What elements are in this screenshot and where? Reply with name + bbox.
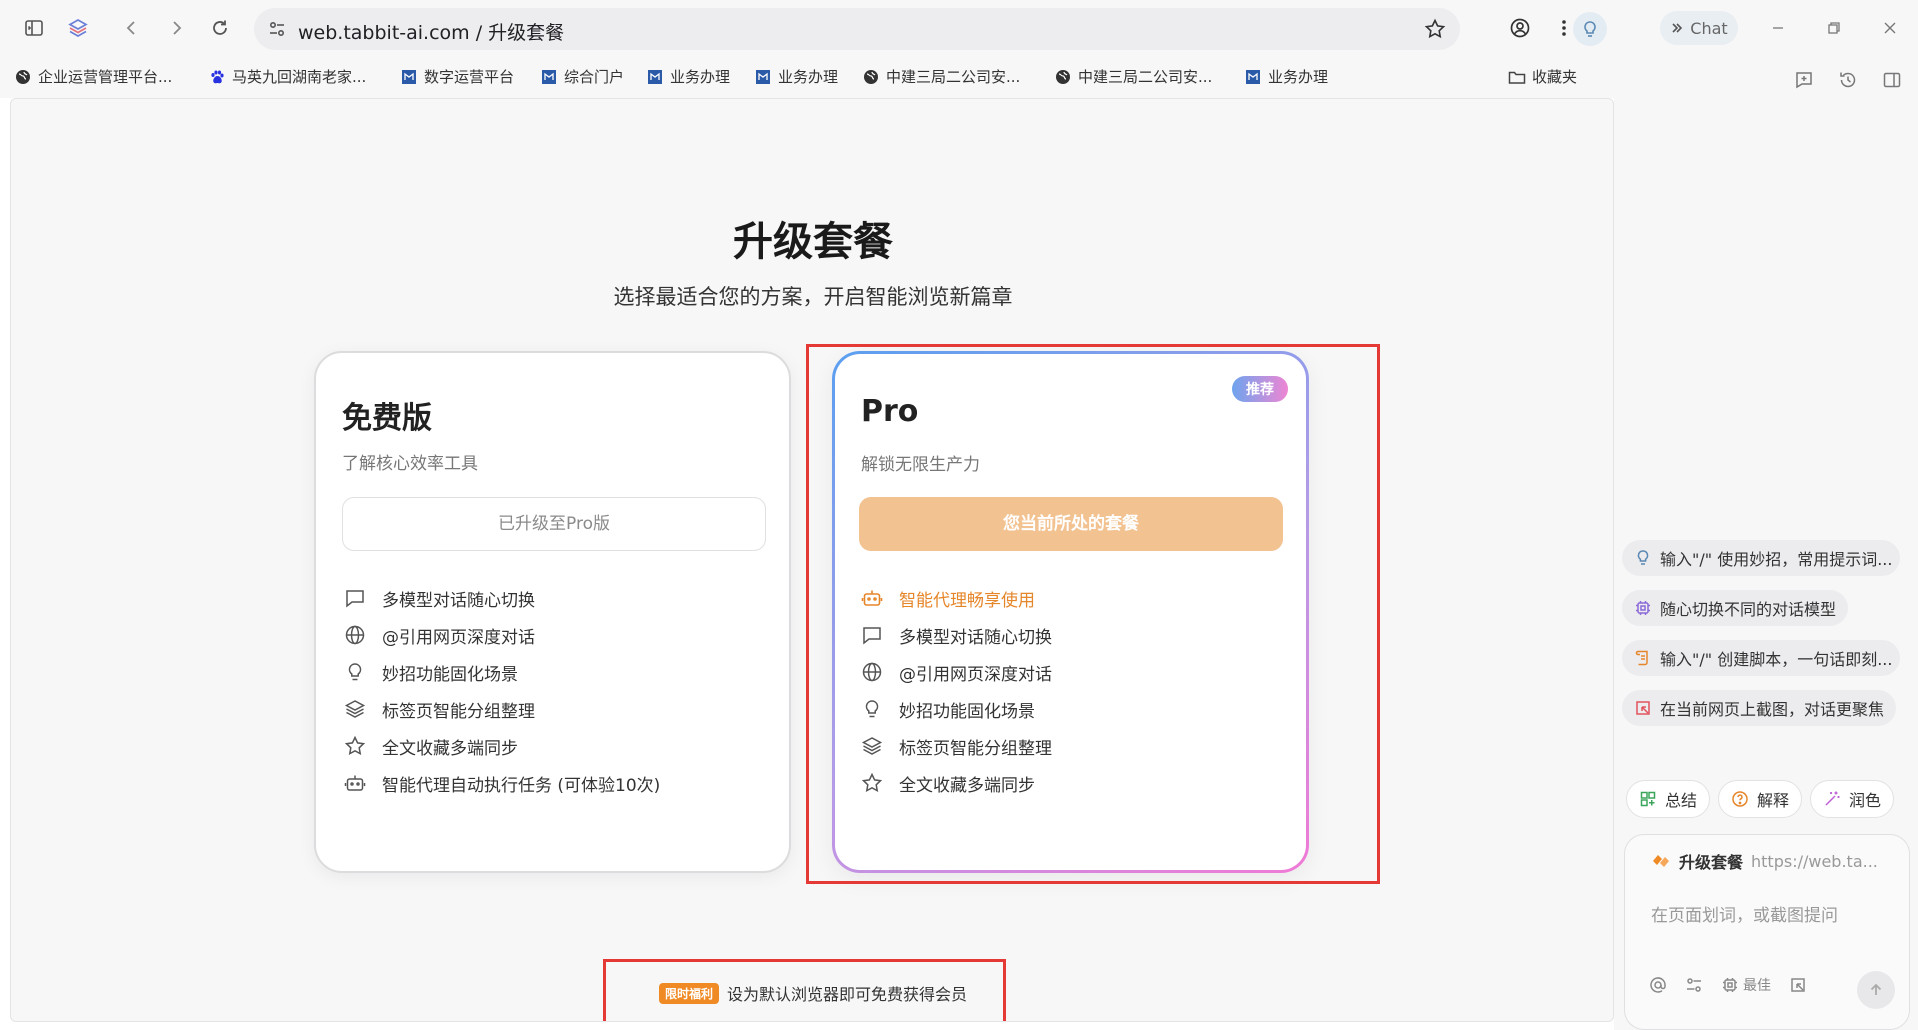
panel-layout-icon[interactable] (1880, 68, 1904, 92)
app-icon (540, 68, 558, 86)
chevron-right-double-icon (1670, 21, 1684, 35)
summary-grid-icon (1639, 790, 1657, 808)
screenshot-icon[interactable] (1789, 976, 1807, 994)
script-scroll-icon (1634, 649, 1652, 667)
page-title: 升级套餐 (733, 219, 893, 265)
at-mention-icon[interactable] (1649, 976, 1667, 994)
feature-item: 全文收藏多端同步 (342, 733, 772, 759)
chat-input[interactable]: 在页面划词，或截图提问 (1651, 901, 1838, 926)
plan-name: 免费版 (342, 401, 432, 436)
url-text: web.tabbit-ai.com / 升级套餐 (298, 22, 565, 44)
suggestion-item[interactable]: 输入"/" 创建脚本，一句话即刻... (1622, 640, 1900, 676)
folder-icon (1508, 68, 1526, 86)
app-icon (646, 68, 664, 86)
baidu-paw-icon (208, 68, 226, 86)
minimize-icon[interactable] (1766, 16, 1790, 40)
bookmark-star-icon[interactable] (1424, 18, 1446, 40)
app-icon (1244, 68, 1262, 86)
plan-card-free: 免费版 了解核心效率工具 已升级至Pro版 多模型对话随心切换 @引用网页深度对… (314, 351, 791, 873)
magic-wand-icon (1823, 790, 1841, 808)
address-bar[interactable]: web.tabbit-ai.com / 升级套餐 (254, 8, 1460, 50)
lightbulb-icon (1634, 549, 1652, 567)
layers-icon (342, 696, 368, 722)
globe-icon (14, 68, 32, 86)
suggestion-item[interactable]: 输入"/" 使用妙招，常用提示词... (1622, 540, 1900, 576)
restore-icon[interactable] (1822, 16, 1846, 40)
globe-icon (862, 68, 880, 86)
feature-item: 妙招功能固化场景 (342, 659, 772, 685)
tabbit-logo-icon (1651, 852, 1671, 870)
globe-outline-icon (342, 622, 368, 648)
feature-item: @引用网页深度对话 (342, 622, 772, 648)
page-subtitle: 选择最适合您的方案，开启智能浏览新篇章 (613, 285, 1013, 309)
forward-icon[interactable] (162, 14, 190, 42)
chat-toggle-button[interactable]: Chat (1660, 11, 1738, 45)
polish-chip[interactable]: 润色 (1810, 780, 1895, 818)
reload-icon[interactable] (206, 14, 234, 42)
bookmark-item[interactable]: 业务办理 (1244, 66, 1328, 87)
explain-chip[interactable]: 解释 (1718, 780, 1803, 818)
app-icon (400, 68, 418, 86)
bookmark-item[interactable]: 数字运营平台 (400, 66, 514, 87)
robot-icon (342, 770, 368, 796)
question-circle-icon (1731, 790, 1749, 808)
bookmark-item[interactable]: 中建三局二公司安... (1054, 66, 1212, 87)
model-selector[interactable]: 最佳 (1721, 975, 1771, 995)
feature-item: 智能代理自动执行任务 (可体验10次) (342, 770, 772, 796)
summarize-chip[interactable]: 总结 (1626, 780, 1711, 818)
pricing-page: 升级套餐 选择最适合您的方案，开启智能浏览新篇章 免费版 了解核心效率工具 已升… (10, 98, 1614, 1022)
feature-item: 多模型对话随心切换 (342, 585, 772, 611)
bookmark-item[interactable]: 综合门户 (540, 66, 624, 87)
page-context-chip[interactable]: 升级套餐 https://web.ta... (1651, 849, 1878, 873)
bookmark-item[interactable]: 业务办理 (646, 66, 730, 87)
free-plan-button[interactable]: 已升级至Pro版 (342, 497, 766, 551)
lightbulb-icon (342, 659, 368, 685)
arrow-up-icon (1868, 982, 1884, 998)
bookmark-item[interactable]: 企业运营管理平台... (14, 66, 172, 87)
feature-item: 标签页智能分组整理 (342, 696, 772, 722)
screenshot-icon (1634, 699, 1652, 717)
back-icon[interactable] (118, 14, 146, 42)
promo-banner[interactable]: 限时福利 设为默认浏览器即可免费获得会员 (11, 981, 1613, 1005)
browser-toolbar: web.tabbit-ai.com / 升级套餐 Chat (0, 0, 1918, 56)
bookmark-item[interactable]: 马英九回湖南老家... (208, 66, 366, 87)
suggestion-item[interactable]: 随心切换不同的对话模型 (1622, 590, 1849, 626)
bookmark-item[interactable]: 中建三局二公司安... (862, 66, 1020, 87)
settings-sliders-icon[interactable] (1685, 976, 1703, 994)
history-icon[interactable] (1836, 68, 1860, 92)
sidebar-toggle-icon[interactable] (20, 14, 48, 42)
bookmarks-folder[interactable]: 收藏夹 (1508, 66, 1577, 87)
app-icon (754, 68, 772, 86)
chat-composer[interactable]: 升级套餐 https://web.ta... 在页面划词，或截图提问 最佳 (1624, 834, 1910, 1030)
promo-tag: 限时福利 (658, 982, 719, 1004)
tips-bulb-icon[interactable] (1573, 12, 1607, 46)
globe-icon (1054, 68, 1072, 86)
site-settings-icon[interactable] (268, 20, 286, 38)
tabbit-layers-icon[interactable] (64, 14, 92, 42)
close-window-icon[interactable] (1878, 16, 1902, 40)
chat-bubble-icon (342, 585, 368, 611)
composer-tools: 最佳 (1649, 975, 1807, 995)
chip-model-icon (1634, 599, 1652, 617)
promo-text: 设为默认浏览器即可免费获得会员 (727, 985, 968, 1004)
highlight-box-pro (806, 344, 1380, 884)
ai-side-panel: 输入"/" 使用妙招，常用提示词... 随心切换不同的对话模型 输入"/" 创建… (1614, 56, 1918, 1030)
star-outline-icon (342, 733, 368, 759)
suggestion-item[interactable]: 在当前网页上截图，对话更聚焦 (1622, 690, 1897, 726)
bookmark-item[interactable]: 业务办理 (754, 66, 838, 87)
chip-model-icon (1721, 976, 1739, 994)
profile-icon[interactable] (1506, 14, 1534, 42)
plan-desc: 了解核心效率工具 (342, 454, 478, 474)
new-chat-icon[interactable] (1792, 68, 1816, 92)
chat-label: Chat (1690, 18, 1728, 38)
send-button[interactable] (1857, 971, 1895, 1009)
